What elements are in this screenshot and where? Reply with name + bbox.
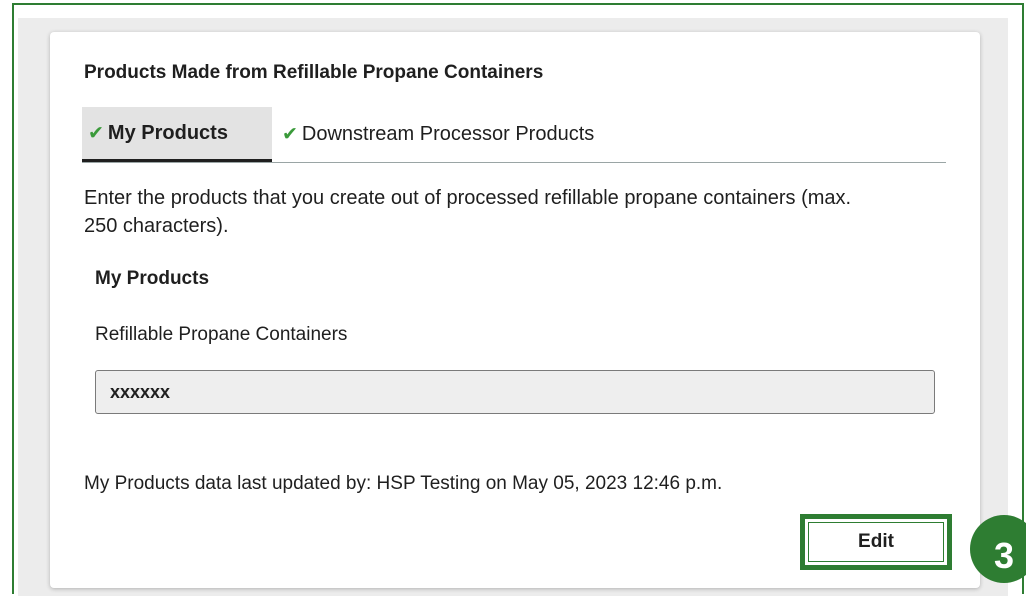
card-title: Products Made from Refillable Propane Co… bbox=[84, 62, 544, 83]
check-icon: ✔ bbox=[88, 122, 104, 144]
field-label: Refillable Propane Containers bbox=[95, 324, 348, 345]
last-updated-text: My Products data last updated by: HSP Te… bbox=[84, 473, 723, 494]
tab-label: Downstream Processor Products bbox=[301, 123, 595, 145]
tab-bar: ✔ My Products ✔ Downstream Processor Pro… bbox=[82, 107, 946, 163]
products-card: Products Made from Refillable Propane Co… bbox=[50, 32, 980, 588]
tab-my-products[interactable]: ✔ My Products bbox=[82, 107, 272, 162]
edit-button[interactable]: Edit bbox=[808, 522, 944, 562]
check-icon: ✔ bbox=[282, 124, 298, 145]
section-heading: My Products bbox=[95, 268, 210, 289]
tab-downstream-processor-products[interactable]: ✔ Downstream Processor Products bbox=[280, 107, 594, 162]
tab-label: My Products bbox=[107, 121, 228, 144]
refillable-propane-containers-input[interactable] bbox=[95, 370, 935, 414]
instructions-text: Enter the products that you create out o… bbox=[84, 187, 852, 237]
